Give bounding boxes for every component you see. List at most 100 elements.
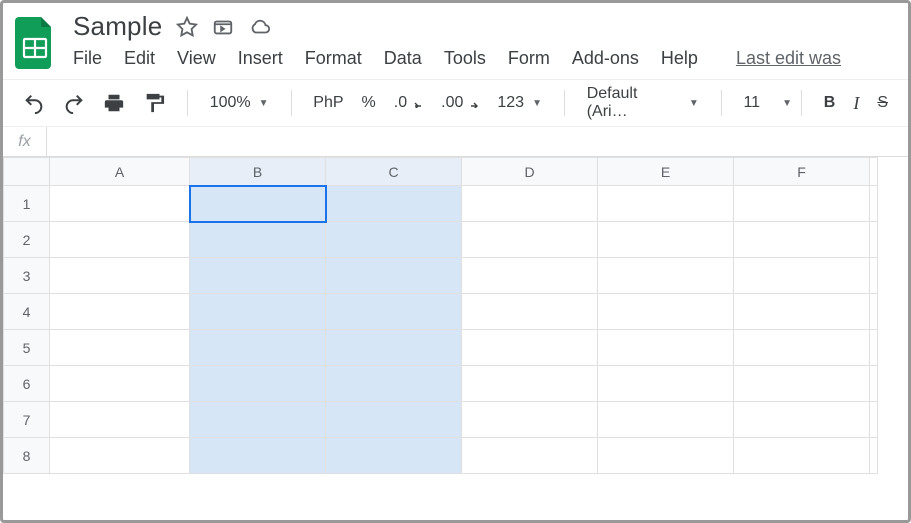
col-header-A[interactable]: A: [50, 158, 190, 186]
cell-F8[interactable]: [734, 438, 870, 474]
row-header-4[interactable]: 4: [4, 294, 50, 330]
bold-button[interactable]: B: [820, 92, 840, 114]
cell-F2[interactable]: [734, 222, 870, 258]
col-header-B[interactable]: B: [190, 158, 326, 186]
menu-tools[interactable]: Tools: [444, 48, 486, 69]
cell-E1[interactable]: [598, 186, 734, 222]
cell-C2[interactable]: [326, 222, 462, 258]
cell-C8[interactable]: [326, 438, 462, 474]
cell-B2[interactable]: [190, 222, 326, 258]
cell-B5[interactable]: [190, 330, 326, 366]
font-size-select[interactable]: 11 ▼: [739, 92, 783, 114]
spreadsheet-grid[interactable]: A B C D E F 1 2 3 4 5 6 7 8: [3, 157, 908, 474]
cell-A8[interactable]: [50, 438, 190, 474]
doc-title[interactable]: Sample: [73, 11, 162, 42]
print-icon[interactable]: [99, 90, 129, 116]
cloud-icon[interactable]: [248, 16, 272, 38]
cell-F4[interactable]: [734, 294, 870, 330]
row-header-2[interactable]: 2: [4, 222, 50, 258]
cell-C4[interactable]: [326, 294, 462, 330]
cell-D5[interactable]: [462, 330, 598, 366]
cell-E3[interactable]: [598, 258, 734, 294]
row-header-3[interactable]: 3: [4, 258, 50, 294]
menu-form[interactable]: Form: [508, 48, 550, 69]
cell-C7[interactable]: [326, 402, 462, 438]
cell-C1[interactable]: [326, 186, 462, 222]
cell-F1[interactable]: [734, 186, 870, 222]
cell-E7[interactable]: [598, 402, 734, 438]
font-size-value: 11: [743, 94, 760, 112]
cell-E6[interactable]: [598, 366, 734, 402]
cell-B1[interactable]: [190, 186, 326, 222]
fx-label: fx: [3, 127, 47, 156]
redo-icon[interactable]: [59, 90, 89, 116]
menu-edit[interactable]: Edit: [124, 48, 155, 69]
currency-button[interactable]: PhP: [309, 92, 347, 114]
decrease-decimal-button[interactable]: .0: [390, 92, 427, 114]
cell-A3[interactable]: [50, 258, 190, 294]
col-header-F[interactable]: F: [734, 158, 870, 186]
menu-data[interactable]: Data: [384, 48, 422, 69]
cell-C5[interactable]: [326, 330, 462, 366]
menu-view[interactable]: View: [177, 48, 216, 69]
cell-D2[interactable]: [462, 222, 598, 258]
menu-help[interactable]: Help: [661, 48, 698, 69]
cell-D4[interactable]: [462, 294, 598, 330]
col-header-C[interactable]: C: [326, 158, 462, 186]
menu-addons[interactable]: Add-ons: [572, 48, 639, 69]
select-all-corner[interactable]: [4, 158, 50, 186]
italic-button[interactable]: I: [849, 91, 863, 116]
cell-D3[interactable]: [462, 258, 598, 294]
menu-insert[interactable]: Insert: [238, 48, 283, 69]
cell-A6[interactable]: [50, 366, 190, 402]
row-header-1[interactable]: 1: [4, 186, 50, 222]
row-header-7[interactable]: 7: [4, 402, 50, 438]
cell-B4[interactable]: [190, 294, 326, 330]
cell-B6[interactable]: [190, 366, 326, 402]
row-header-8[interactable]: 8: [4, 438, 50, 474]
cell-F3[interactable]: [734, 258, 870, 294]
star-icon[interactable]: [176, 16, 198, 38]
zoom-select[interactable]: 100% ▼: [206, 92, 273, 114]
cell-F6[interactable]: [734, 366, 870, 402]
cell-A2[interactable]: [50, 222, 190, 258]
cell-E2[interactable]: [598, 222, 734, 258]
row-header-6[interactable]: 6: [4, 366, 50, 402]
cell-A1[interactable]: [50, 186, 190, 222]
cell-F5[interactable]: [734, 330, 870, 366]
number-format-select[interactable]: 123 ▼: [493, 92, 546, 114]
cell-E8[interactable]: [598, 438, 734, 474]
cell-C6[interactable]: [326, 366, 462, 402]
cell-A5[interactable]: [50, 330, 190, 366]
col-header-E[interactable]: E: [598, 158, 734, 186]
cell-B7[interactable]: [190, 402, 326, 438]
increase-decimal-button[interactable]: .00: [437, 92, 483, 114]
menu-format[interactable]: Format: [305, 48, 362, 69]
cell-D7[interactable]: [462, 402, 598, 438]
cell-E5[interactable]: [598, 330, 734, 366]
move-icon[interactable]: [212, 16, 234, 38]
sheets-logo[interactable]: [15, 17, 55, 69]
cell-C3[interactable]: [326, 258, 462, 294]
cell-E4[interactable]: [598, 294, 734, 330]
cell-D1[interactable]: [462, 186, 598, 222]
menu-bar: File Edit View Insert Format Data Tools …: [73, 48, 896, 69]
formula-input[interactable]: [47, 127, 908, 156]
menu-file[interactable]: File: [73, 48, 102, 69]
cell-F7[interactable]: [734, 402, 870, 438]
cell-A4[interactable]: [50, 294, 190, 330]
cell-B8[interactable]: [190, 438, 326, 474]
col-header-D[interactable]: D: [462, 158, 598, 186]
last-edit-link[interactable]: Last edit was: [736, 48, 841, 69]
cell-D8[interactable]: [462, 438, 598, 474]
row-header-5[interactable]: 5: [4, 330, 50, 366]
cell-A7[interactable]: [50, 402, 190, 438]
strikethrough-button[interactable]: S: [873, 92, 892, 114]
cell-D6[interactable]: [462, 366, 598, 402]
font-value: Default (Ari…: [587, 85, 681, 121]
paint-format-icon[interactable]: [139, 90, 169, 116]
font-select[interactable]: Default (Ari… ▼: [583, 83, 703, 123]
undo-icon[interactable]: [19, 90, 49, 116]
cell-B3[interactable]: [190, 258, 326, 294]
percent-button[interactable]: %: [358, 92, 380, 114]
